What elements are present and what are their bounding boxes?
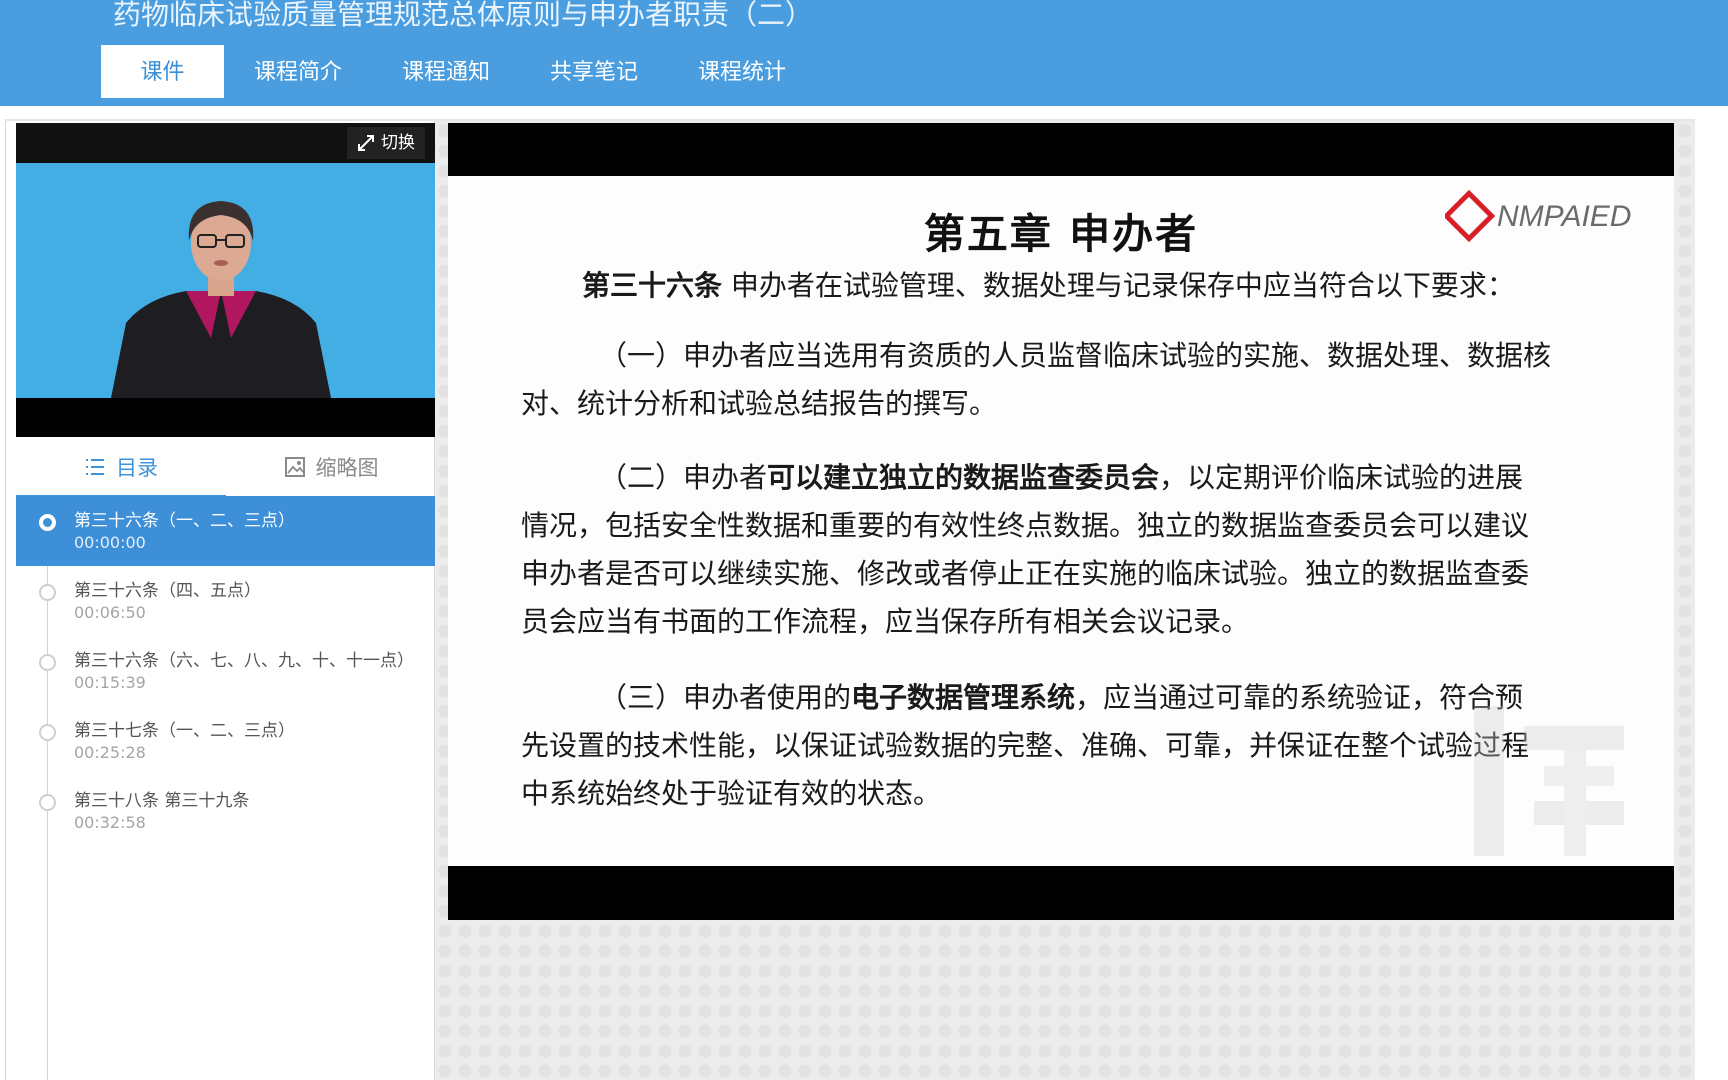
clause-3-bold: 电子数据管理系统: [851, 681, 1076, 714]
slide-viewer: 第五章 申办者 NMPAIED 第三十六条 申办者在试验管理、数据处理与记录保存…: [435, 121, 1695, 1080]
catalog-item[interactable]: 第三十八条 第三十九条 00:32:58: [16, 776, 435, 846]
image-icon: [284, 457, 305, 477]
switch-view-label: 切换: [381, 133, 415, 153]
clause-3: （三）申办者使用的电子数据管理系统，应当通过可靠的系统验证，符合预先设置的技术性…: [521, 674, 1551, 818]
catalog-item-time: 00:06:50: [74, 603, 146, 622]
list-icon: [86, 459, 104, 475]
tab-catalog[interactable]: 目录: [16, 437, 226, 498]
catalog-item-time: 00:25:28: [74, 743, 146, 762]
catalog-item[interactable]: 第三十六条（一、二、三点） 00:00:00: [16, 496, 435, 566]
tab-course-stats[interactable]: 课程统计: [668, 45, 816, 98]
video-top-bar: 切换: [16, 123, 435, 163]
presenter-image: [16, 163, 435, 398]
left-panel: 切换 目录 缩略图 第三十六条（一、二、三点） 00:00:00 第三十六条（四…: [5, 121, 435, 1080]
catalog-list: 第三十六条（一、二、三点） 00:00:00 第三十六条（四、五点） 00:06…: [16, 496, 435, 1080]
tab-thumbnail-label: 缩略图: [315, 456, 379, 480]
tab-course-intro[interactable]: 课程简介: [224, 45, 372, 98]
clause-2-bold: 可以建立独立的数据监查委员会: [767, 461, 1160, 494]
clause-1: （一）申办者应当选用有资质的人员监督临床试验的实施、数据处理、数据核对、统计分析…: [521, 339, 1552, 420]
nmpa-ied-logo: NMPAIED: [1445, 190, 1631, 242]
catalog-item[interactable]: 第三十六条（四、五点） 00:06:50: [16, 566, 435, 636]
course-title: 药物临床试验质量管理规范总体原则与申办者职责（二）: [113, 0, 814, 31]
watermark-graphic: [1474, 706, 1624, 856]
video-frame: [16, 163, 435, 398]
timeline-dot: [39, 654, 56, 671]
tab-shared-notes[interactable]: 共享笔记: [520, 45, 668, 98]
timeline-dot: [39, 514, 56, 531]
side-tabs: 目录 缩略图: [16, 437, 436, 498]
article-number: 第三十六条: [582, 269, 723, 302]
logo-text: NMPAIED: [1497, 200, 1631, 233]
expand-arrows-icon: [358, 135, 374, 151]
slide-page: 第五章 申办者 NMPAIED 第三十六条 申办者在试验管理、数据处理与记录保存…: [448, 176, 1674, 866]
catalog-item-label: 第三十七条（一、二、三点）: [74, 721, 295, 741]
clause-3-prefix: （三）申办者使用的: [599, 681, 852, 714]
clause-2: （二）申办者可以建立独立的数据监查委员会，以定期评价临床试验的进展情况，包括安全…: [521, 454, 1551, 646]
catalog-item-time: 00:00:00: [74, 533, 146, 552]
catalog-item-label: 第三十六条（六、七、八、九、十、十一点）: [74, 651, 414, 671]
switch-view-button[interactable]: 切换: [347, 127, 425, 159]
catalog-item[interactable]: 第三十六条（六、七、八、九、十、十一点） 00:15:39: [16, 636, 435, 706]
tab-catalog-label: 目录: [116, 456, 158, 480]
course-tabs: 课件 课程简介 课程通知 共享笔记 课程统计: [101, 45, 816, 98]
timeline-dot: [39, 724, 56, 741]
catalog-item-label: 第三十六条（四、五点）: [74, 581, 261, 601]
slide-frame: 第五章 申办者 NMPAIED 第三十六条 申办者在试验管理、数据处理与记录保存…: [448, 123, 1674, 920]
catalog-item-label: 第三十六条（一、二、三点）: [74, 511, 295, 531]
tab-thumbnail[interactable]: 缩略图: [226, 437, 436, 497]
article-intro: 第三十六条 申办者在试验管理、数据处理与记录保存中应当符合以下要求：: [582, 262, 1602, 310]
catalog-item-label: 第三十八条 第三十九条: [74, 791, 250, 811]
timeline-dot: [39, 794, 56, 811]
catalog-item-time: 00:15:39: [74, 673, 146, 692]
video-player[interactable]: 切换: [16, 123, 435, 437]
timeline-dot: [39, 584, 56, 601]
catalog-item-time: 00:32:58: [74, 813, 146, 832]
catalog-item[interactable]: 第三十七条（一、二、三点） 00:25:28: [16, 706, 435, 776]
tab-course-notice[interactable]: 课程通知: [372, 45, 520, 98]
clause-2-prefix: （二）申办者: [599, 461, 768, 494]
tab-courseware[interactable]: 课件: [101, 45, 224, 98]
article-intro-text: 申办者在试验管理、数据处理与记录保存中应当符合以下要求：: [722, 269, 1515, 302]
top-header: 药物临床试验质量管理规范总体原则与申办者职责（二） 课件 课程简介 课程通知 共…: [0, 0, 1728, 106]
